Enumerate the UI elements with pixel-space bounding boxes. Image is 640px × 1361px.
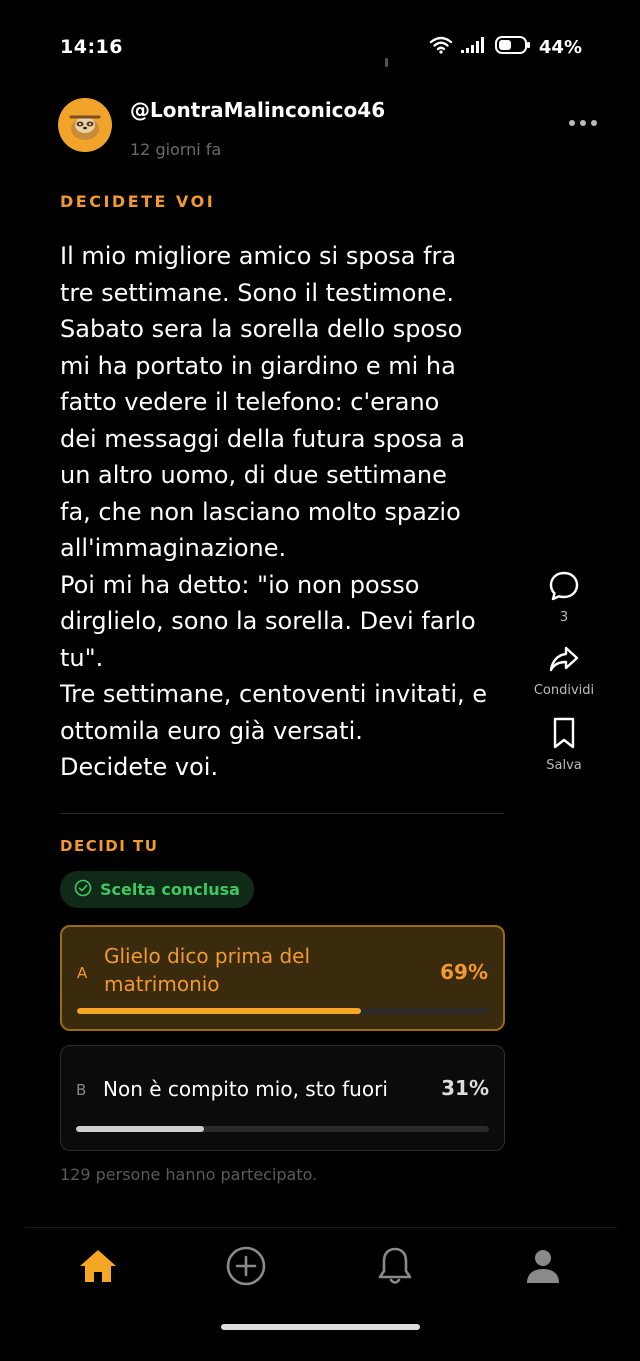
option-progress-fill <box>77 1008 361 1014</box>
avatar[interactable] <box>58 98 112 152</box>
add-circle-icon <box>225 1245 267 1291</box>
post-header: @LontraMalinconico46 12 giorni fa <box>58 98 598 168</box>
signal-icon <box>460 37 487 58</box>
option-text: Glielo dico prima del matrimonio <box>104 944 311 996</box>
poll-option-b[interactable]: B Non è compito mio, sto fuori 31% <box>60 1045 505 1151</box>
nav-divider <box>25 1227 617 1228</box>
comments-button[interactable]: 3 <box>524 570 604 625</box>
post-time: 12 giorni fa <box>130 140 222 159</box>
comment-icon <box>548 570 580 606</box>
camera-dot <box>385 58 388 67</box>
save-label: Salva <box>546 758 582 773</box>
battery-icon <box>494 36 531 59</box>
status-indicators: 44% <box>429 36 582 59</box>
comments-count: 3 <box>559 610 569 625</box>
section-divider <box>60 813 504 814</box>
check-circle-icon <box>74 879 92 901</box>
option-progress-track <box>76 1126 489 1132</box>
poll-status-badge: Scelta conclusa <box>60 871 254 908</box>
option-percent: 69% <box>440 960 488 984</box>
poll-participants: 129 persone hanno partecipato. <box>60 1165 318 1184</box>
post-body: Il mio migliore amico si sposa fra tre s… <box>60 242 488 781</box>
share-label: Condividi <box>533 683 595 698</box>
option-progress-fill <box>76 1126 205 1132</box>
post-actions: 3 Condividi Salva <box>524 570 604 791</box>
option-progress-track <box>77 1008 488 1014</box>
save-button[interactable]: Salva <box>524 716 604 773</box>
option-letter: A <box>77 964 88 982</box>
nav-home[interactable] <box>76 1246 120 1290</box>
home-icon <box>78 1247 118 1289</box>
username[interactable]: @LontraMalinconico46 <box>130 98 385 122</box>
nav-create[interactable] <box>224 1246 268 1290</box>
option-letter: B <box>76 1081 87 1099</box>
status-bar: 14:16 44% <box>0 0 640 90</box>
battery-percent: 44% <box>538 37 582 58</box>
home-indicator[interactable] <box>221 1324 420 1330</box>
option-text: Non è compito mio, sto fuori <box>103 1077 388 1101</box>
poll-status-label: Scelta conclusa <box>100 880 240 899</box>
nav-notifications[interactable] <box>373 1246 417 1290</box>
option-percent: 31% <box>441 1076 489 1100</box>
share-button[interactable]: Condividi <box>524 643 604 698</box>
sloth-avatar-icon <box>69 115 101 140</box>
nav-profile[interactable] <box>521 1246 565 1290</box>
bell-icon <box>375 1245 415 1291</box>
bookmark-icon <box>548 716 580 754</box>
more-options-icon[interactable] <box>568 108 598 132</box>
post-category-tag: DECIDETE VOI <box>60 192 216 211</box>
status-time: 14:16 <box>60 36 123 58</box>
bottom-navigation <box>0 1240 640 1300</box>
profile-icon <box>523 1246 563 1290</box>
wifi-icon <box>429 36 453 59</box>
share-icon <box>548 643 580 679</box>
poll-title: DECIDI TU <box>60 837 159 855</box>
poll-option-a[interactable]: A Glielo dico prima del matrimonio 69% <box>60 925 505 1031</box>
